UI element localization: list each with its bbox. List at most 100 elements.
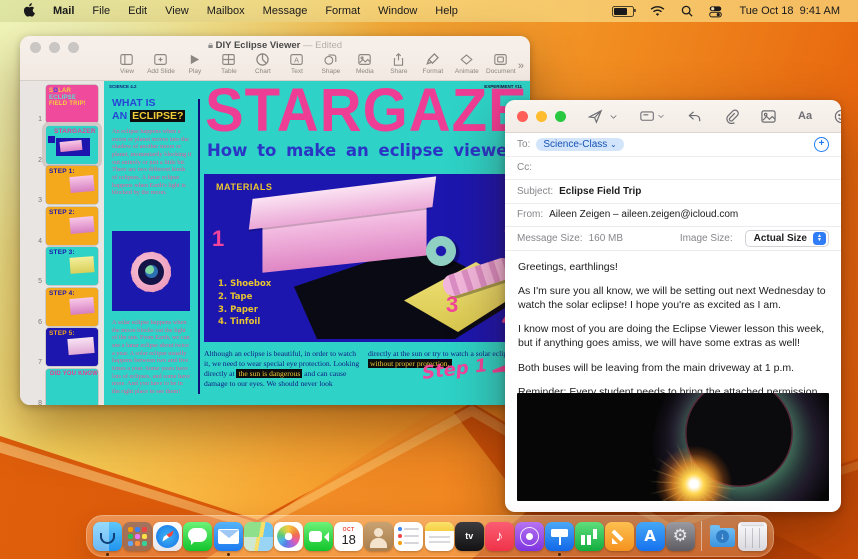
toolbar-button-animate[interactable]: Animate xyxy=(450,53,484,75)
menu-item-window[interactable]: Window xyxy=(369,5,426,17)
dock-icon-launchpad[interactable] xyxy=(123,521,153,551)
sun-illustration xyxy=(112,231,190,311)
slide-thumbnail-row: 7 STEP 5: xyxy=(20,328,104,366)
toolbar-button-add-slide[interactable]: Add Slide xyxy=(144,53,178,75)
dock-icon-trash[interactable] xyxy=(737,521,767,551)
dock-icon-appstore[interactable]: A xyxy=(635,521,665,551)
mail-toolbar[interactable]: Aa » xyxy=(505,100,841,133)
dock-icon-finder[interactable] xyxy=(93,521,123,556)
header-fields-button[interactable] xyxy=(640,109,665,124)
dock-icon-tv[interactable]: tv xyxy=(454,521,484,551)
subject-field[interactable]: Subject: Eclipse Field Trip xyxy=(505,180,841,204)
slide-thumbnail-7[interactable]: STEP 5: xyxy=(46,328,98,366)
menu-item-view[interactable]: View xyxy=(156,5,198,17)
dock-icon-safari[interactable] xyxy=(153,521,183,551)
slide-thumbnail-1[interactable]: SOLAR ECLIPSE FIELD TRIP! xyxy=(46,85,98,123)
wifi-icon[interactable] xyxy=(650,5,665,17)
keynote-titlebar[interactable]: 🔒︎ DIY Eclipse Viewer — Edited View Add S… xyxy=(20,36,530,81)
to-field[interactable]: To: Science-Class ⌄ + xyxy=(505,133,841,157)
minimize-button[interactable] xyxy=(536,110,547,122)
dock-icon-reminders[interactable] xyxy=(394,521,424,551)
zoom-button[interactable] xyxy=(555,110,566,122)
slide-number: 3 xyxy=(38,197,42,204)
image-size-popup[interactable]: Actual Size ▲ ▼ xyxy=(744,229,829,247)
close-button[interactable] xyxy=(517,110,528,122)
apple-menu-icon[interactable] xyxy=(14,2,44,20)
keynote-toolbar: View Add Slide Play Table Chart A Text Shape Med… xyxy=(110,53,524,79)
slide-thumbnail-2-selected[interactable]: STARGAZER xyxy=(42,121,102,168)
menubar-clock[interactable]: Tue Oct 18 9:41 AM xyxy=(738,5,841,17)
message-paragraph: I know most of you are doing the Eclipse… xyxy=(518,323,825,350)
slide-thumbnail-8[interactable]: DID YOU KNOW xyxy=(46,368,98,405)
slide-canvas[interactable]: SCIENCE 4.2 EXPERIMENT #11 WHAT IS AN EC… xyxy=(104,81,530,405)
toolbar-button-text[interactable]: A Text xyxy=(280,53,314,75)
dock-icon-music[interactable]: ♪ xyxy=(484,521,514,551)
toolbar-button-table[interactable]: Table xyxy=(212,53,246,75)
dock-icon-numbers[interactable] xyxy=(575,521,605,551)
dock-icon-mail[interactable] xyxy=(213,521,243,556)
send-button[interactable] xyxy=(588,109,603,124)
menu-item-message[interactable]: Message xyxy=(254,5,317,17)
dock-icon-podcasts[interactable] xyxy=(515,521,545,551)
slide-paragraph-eclipse: An eclipse happens when a moon or planet… xyxy=(112,128,192,197)
dock-icon-settings[interactable]: ⚙ xyxy=(665,521,695,551)
toolbar-button-format[interactable]: Format xyxy=(416,53,450,75)
message-paragraph: Greetings, earthlings! xyxy=(518,260,618,273)
toolbar-button-shape[interactable]: Shape xyxy=(314,53,348,75)
menu-item-file[interactable]: File xyxy=(83,5,119,17)
dock-icon-calendar[interactable]: OCT 18 xyxy=(334,521,364,551)
menu-item-mailbox[interactable]: Mailbox xyxy=(198,5,254,17)
dock-separator xyxy=(700,521,702,551)
slide-number: 8 xyxy=(38,399,42,406)
toolbar-overflow-chevrons[interactable]: » xyxy=(518,60,524,72)
dock-icon-messages[interactable] xyxy=(183,521,213,551)
add-recipient-button[interactable]: + xyxy=(814,136,829,152)
slide-number: 7 xyxy=(38,359,42,366)
message-size-value: 160 MB xyxy=(588,232,624,244)
battery-icon[interactable] xyxy=(611,5,636,17)
toolbar-button-share[interactable]: Share xyxy=(382,53,416,75)
slide-thumbnail-5[interactable]: STEP 3: xyxy=(46,247,98,285)
dock-icon-notes[interactable] xyxy=(424,521,454,551)
eclipse-attachment-image[interactable] xyxy=(517,393,829,501)
format-button[interactable]: Aa xyxy=(798,110,812,122)
slide-thumbnail-4[interactable]: STEP 2: xyxy=(46,206,98,245)
control-center-icon[interactable] xyxy=(708,5,722,18)
svg-text:A: A xyxy=(294,55,299,64)
slide-thumbnail-row: 4 STEP 2: xyxy=(20,206,104,245)
toolbar-button-view[interactable]: View xyxy=(110,53,144,75)
mail-compose-window: Aa » To: Science-Class ⌄ + Cc: Subject: … xyxy=(505,100,841,512)
toolbar-button-document[interactable]: Document xyxy=(484,53,518,75)
toolbar-button-chart[interactable]: Chart xyxy=(246,53,280,75)
dock-icon-contacts[interactable] xyxy=(364,521,394,551)
dock-icon-facetime[interactable] xyxy=(304,521,334,551)
toolbar-button-play[interactable]: Play xyxy=(178,53,212,75)
mail-traffic-lights[interactable] xyxy=(517,110,566,122)
slide-warning-text-left: Although an eclipse is beautiful, in ord… xyxy=(204,349,360,388)
recipient-token[interactable]: Science-Class ⌄ xyxy=(536,137,624,151)
send-options-chevron-icon[interactable] xyxy=(609,112,618,121)
attach-button[interactable] xyxy=(724,109,739,124)
slide-number: 5 xyxy=(38,278,42,285)
from-value: Aileen Zeigen – aileen.zeigen@icloud.com xyxy=(549,209,739,221)
search-icon[interactable] xyxy=(681,5,693,17)
menu-item-format[interactable]: Format xyxy=(316,5,369,17)
menu-item-edit[interactable]: Edit xyxy=(119,5,156,17)
reply-arrow-icon[interactable] xyxy=(687,109,702,124)
menu-app-name[interactable]: Mail xyxy=(44,5,83,17)
dock-icon-maps[interactable] xyxy=(243,521,273,551)
insert-photo-button[interactable] xyxy=(761,109,776,124)
slide-thumbnail-6[interactable]: STEP 4: xyxy=(46,287,98,326)
dock-icon-pages[interactable] xyxy=(605,521,635,551)
dock: OCT 18 tv ♪ A ⚙ ↓ xyxy=(86,515,774,557)
dock-icon-keynote[interactable] xyxy=(545,521,575,556)
menu-item-help[interactable]: Help xyxy=(426,5,467,17)
slide-column-divider xyxy=(198,99,200,394)
dock-icon-downloads[interactable]: ↓ xyxy=(708,522,737,551)
cc-field[interactable]: Cc: xyxy=(505,157,841,180)
dock-icon-photos[interactable] xyxy=(273,521,303,551)
emoji-button[interactable] xyxy=(834,109,841,124)
toolbar-button-media[interactable]: Media xyxy=(348,53,382,75)
from-field[interactable]: From: Aileen Zeigen – aileen.zeigen@iclo… xyxy=(505,204,841,227)
slide-thumbnail-3[interactable]: STEP 1: xyxy=(46,166,98,204)
